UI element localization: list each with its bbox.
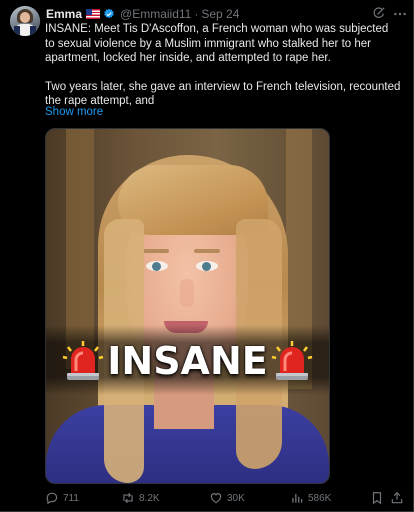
post-text-paragraph: Two years later, she gave an interview t… [45, 80, 401, 108]
repost-button[interactable]: 8.2K [121, 490, 160, 506]
post-text: INSANE: Meet Tis D'Ascoffon, a French wo… [45, 22, 401, 109]
share-button[interactable] [390, 490, 404, 506]
share-icon [391, 491, 403, 504]
post-header: Emma @Emmaiid11 · Sep 24 [46, 6, 239, 22]
separator: · [194, 7, 199, 21]
post-container: Emma @Emmaiid11 · Sep 24 INSANE: Meet Ti… [0, 0, 414, 512]
caption-text: INSANE [107, 339, 268, 383]
repost-icon [123, 492, 133, 504]
post-text-paragraph: INSANE: Meet Tis D'Ascoffon, a French wo… [45, 23, 389, 64]
like-button[interactable]: 30K [209, 490, 245, 506]
police-light-icon [271, 341, 313, 380]
reply-button[interactable]: 711 [45, 490, 79, 506]
post-date[interactable]: Sep 24 [201, 7, 239, 21]
image-eye [196, 261, 218, 271]
avatar-coat [14, 26, 20, 36]
image-eyebrow [194, 249, 220, 253]
action-bar: 711 8.2K 30K 586K [45, 490, 405, 506]
avatar-coat [30, 26, 36, 36]
verified-badge-icon [104, 8, 114, 19]
avatar-face [20, 12, 30, 23]
show-more-link[interactable]: Show more [45, 106, 103, 118]
grok-icon[interactable] [372, 6, 386, 20]
avatar[interactable] [10, 6, 40, 36]
reply-count: 711 [63, 492, 79, 504]
bookmark-icon [372, 492, 382, 505]
reply-icon [46, 492, 58, 505]
image-caption: INSANE [46, 339, 329, 383]
image-eyebrow [143, 249, 169, 253]
author-handle[interactable]: @Emmaiid11 [120, 7, 191, 21]
like-icon [210, 493, 222, 504]
image-iris [202, 262, 211, 271]
bookmark-button[interactable] [370, 490, 384, 506]
views-count: 586K [308, 492, 332, 504]
views-icon [292, 493, 303, 503]
views-button[interactable]: 586K [290, 490, 331, 506]
post-media-image[interactable]: INSANE [45, 128, 330, 484]
more-icon[interactable] [392, 6, 408, 22]
us-flag-icon [86, 9, 101, 19]
like-count: 30K [227, 492, 245, 504]
image-nose [180, 279, 194, 307]
image-iris [152, 262, 161, 271]
repost-count: 8.2K [139, 492, 160, 504]
police-light-icon [62, 341, 104, 380]
author-name[interactable]: Emma [46, 7, 82, 21]
image-eye [146, 261, 168, 271]
